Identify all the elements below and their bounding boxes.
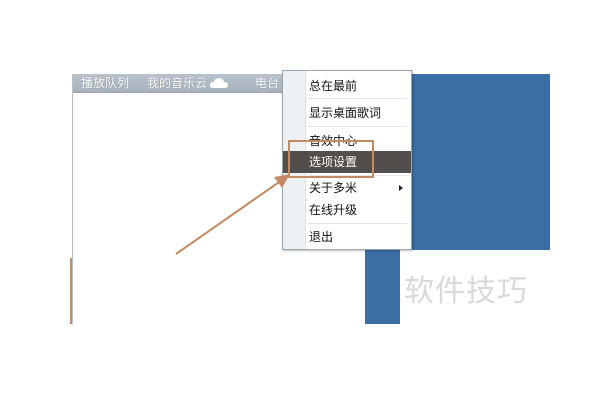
tab-play-queue[interactable]: 播放队列 [81,75,129,91]
menu-separator [307,98,407,99]
menu-item-label: 显示桌面歌词 [309,106,382,120]
desktop-background-block-lower [365,250,400,324]
menu-item-always-on-top[interactable]: 总在最前 [283,75,411,97]
menu-item-about-duomi[interactable]: 关于多米 [283,177,411,199]
menu-item-label: 在线升级 [309,203,358,217]
menu-item-online-upgrade[interactable]: 在线升级 [283,199,411,221]
menu-item-label: 关于多米 [309,181,358,195]
menu-separator [307,126,407,127]
menu-item-label: 退出 [309,230,334,244]
tab-music-cloud[interactable]: 我的音乐云 [147,75,207,91]
cloud-icon [209,78,228,88]
menu-item-label: 总在最前 [309,79,358,93]
window-edge-line [70,258,72,324]
menu-item-desktop-lyrics[interactable]: 显示桌面歌词 [283,102,411,124]
chevron-right-icon [399,185,403,191]
desktop-background-block [410,74,550,250]
annotation-arrow-icon [175,174,290,255]
menu-item-exit[interactable]: 退出 [283,226,411,248]
tab-radio[interactable]: 电台 [255,75,279,91]
annotation-highlight-box [288,140,374,178]
watermark: 软件技巧 [404,274,528,309]
menu-separator [307,223,407,224]
player-tab-bar: 播放队列 我的音乐云 电台 [73,74,287,93]
